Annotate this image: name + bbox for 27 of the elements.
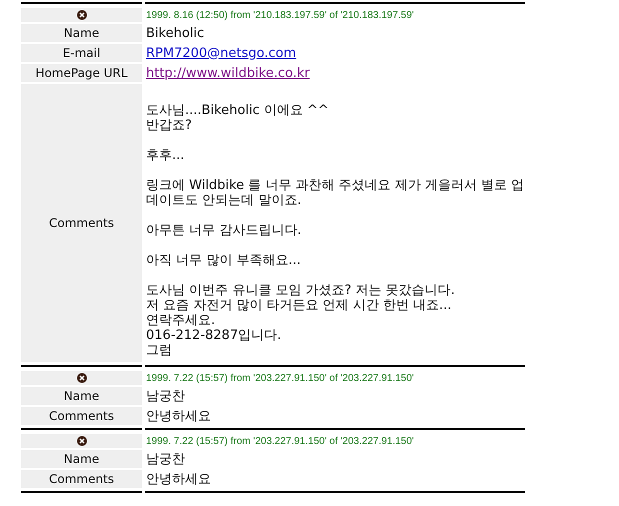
field-value: 남궁찬 — [146, 388, 185, 405]
delete-icon[interactable] — [76, 436, 86, 446]
delete-icon[interactable] — [76, 373, 86, 383]
comment-paragraph: 도사님 이번주 유니클 모임 가셨죠? 저는 못갔습니다. 저 요즘 자전거 많이 타거든요 언제 시간 한번 내죠... 연락주세요. 016-212-8287입니다. 그럼 — [146, 283, 456, 358]
field-label: Comments — [21, 407, 142, 425]
field-label: Comments — [21, 470, 142, 488]
field-label: Name — [21, 450, 142, 468]
field-label: Name — [21, 24, 142, 42]
post-date-line: 1999. 7.22 (15:57) from '203.227.91.150' of '203.227.91.150' — [146, 436, 414, 446]
post-date-line: 1999. 7.22 (15:57) from '203.227.91.150' of '203.227.91.150' — [146, 372, 414, 384]
field-link[interactable]: http://www.wildbike.co.kr — [146, 66, 310, 80]
field-label: E-mail — [21, 44, 142, 62]
field-value: Bikeholic — [146, 26, 204, 40]
comment-paragraph: 링크에 Wildbike 를 너무 과찬해 주셨네요 제가 게을러서 별로 업 데이트도 안되는데 말이죠. — [146, 178, 525, 208]
field-link[interactable]: RPM7200@netsgo.com — [146, 46, 296, 60]
field-label: Name — [21, 387, 142, 405]
comment-paragraph: 후후... — [146, 148, 186, 163]
field-label: HomePage URL — [21, 64, 142, 82]
comment-paragraph: 아무튼 너무 감사드립니다. — [146, 223, 302, 238]
comment-paragraph: 도사님....Bikeholic 이에요 ^^ 반갑죠? — [146, 103, 330, 133]
field-value: 안녕하세요 — [146, 408, 211, 425]
field-label: Comments — [21, 84, 142, 362]
field-value: 남궁찬 — [146, 451, 185, 468]
delete-icon[interactable] — [76, 10, 86, 20]
field-value: 안녕하세요 — [146, 471, 211, 488]
post-date-line: 1999. 8.16 (12:50) from '210.183.197.59' of '210.183.197.59' — [146, 10, 414, 20]
comment-paragraph: 아직 너무 많이 부족해요... — [146, 253, 302, 268]
